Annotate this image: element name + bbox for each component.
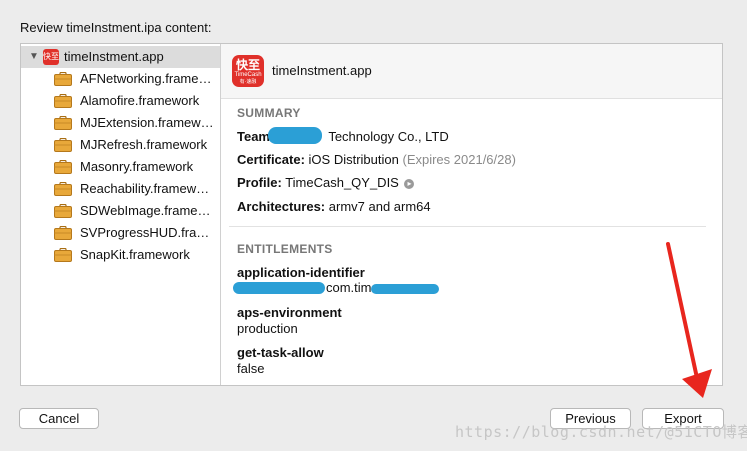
- tree-item-label: Reachability.framew…: [80, 181, 210, 196]
- detail-app-name: timeInstment.app: [272, 63, 372, 78]
- entitlements-heading: ENTITLEMENTS: [237, 242, 333, 256]
- entitlement-key-get-task-allow: get-task-allow: [237, 345, 324, 360]
- certificate-expiry: (Expires 2021/6/28): [402, 152, 516, 167]
- tree-item-framework[interactable]: Reachability.framew…: [21, 178, 220, 200]
- certificate-row: Certificate: iOS Distribution (Expires 2…: [237, 152, 516, 167]
- architectures-value: armv7 and arm64: [328, 199, 431, 214]
- tree-item-framework[interactable]: MJExtension.framew…: [21, 112, 220, 134]
- tree-item-label: Masonry.framework: [80, 159, 194, 174]
- app-icon-cn-text: 快至: [235, 58, 260, 72]
- detail-header: 快至 TimeCash 有·速融 timeInstment.app: [221, 44, 722, 99]
- section-divider: [229, 226, 706, 227]
- tree-item-framework[interactable]: Alamofire.framework: [21, 90, 220, 112]
- entitlement-key-application-identifier: application-identifier: [237, 265, 365, 280]
- bundle-tree[interactable]: ▼ 快至 timeInstment.app AFNetworking.frame…: [21, 44, 221, 385]
- redaction-mark-identifier-left: [233, 282, 325, 294]
- watermark: https://blog.csdn.net/@51CTO博客: [455, 423, 747, 441]
- reveal-arrow-icon[interactable]: ▸: [404, 179, 415, 189]
- briefcase-icon: [54, 72, 72, 86]
- redaction-mark-team: [268, 127, 322, 144]
- content-panel: ▼ 快至 timeInstment.app AFNetworking.frame…: [20, 43, 723, 386]
- briefcase-icon: [54, 138, 72, 152]
- profile-label: Profile:: [237, 175, 282, 190]
- profile-row: Profile: TimeCash_QY_DIS ▸: [237, 175, 415, 190]
- tree-item-label: SnapKit.framework: [80, 247, 190, 262]
- tree-root-app[interactable]: ▼ 快至 timeInstment.app: [21, 46, 220, 68]
- entitlement-key-aps-environment: aps-environment: [237, 305, 342, 320]
- briefcase-icon: [54, 160, 72, 174]
- tree-item-label: AFNetworking.frame…: [80, 71, 212, 86]
- tree-item-label: MJExtension.framew…: [80, 115, 214, 130]
- architectures-label: Architectures:: [237, 199, 326, 214]
- briefcase-icon: [54, 248, 72, 262]
- disclosure-triangle-icon[interactable]: ▼: [29, 46, 39, 68]
- certificate-label: Certificate:: [237, 152, 305, 167]
- tree-item-framework[interactable]: Masonry.framework: [21, 156, 220, 178]
- architectures-row: Architectures: armv7 and arm64: [237, 199, 431, 214]
- certificate-value: iOS Distribution: [308, 152, 399, 167]
- briefcase-icon: [54, 116, 72, 130]
- entitlement-value-get-task-allow: false: [237, 361, 265, 376]
- briefcase-icon: [54, 94, 72, 108]
- tree-item-label: SDWebImage.frame…: [80, 203, 211, 218]
- entitlement-value-aps-environment: production: [237, 321, 298, 336]
- tree-item-framework[interactable]: SDWebImage.frame…: [21, 200, 220, 222]
- tree-item-label: SVProgressHUD.fra…: [80, 225, 210, 240]
- tree-item-framework[interactable]: SnapKit.framework: [21, 244, 220, 266]
- app-icon: 快至: [43, 49, 59, 65]
- tree-item-framework[interactable]: AFNetworking.frame…: [21, 68, 220, 90]
- app-icon-en-text: TimeCash: [234, 72, 262, 78]
- summary-heading: SUMMARY: [237, 106, 301, 120]
- app-icon-large: 快至 TimeCash 有·速融: [232, 55, 264, 87]
- profile-value: TimeCash_QY_DIS: [285, 175, 399, 190]
- tree-item-label: Alamofire.framework: [80, 93, 200, 108]
- briefcase-icon: [54, 204, 72, 218]
- tree-item-label: MJRefresh.framework: [80, 137, 208, 152]
- tree-item-framework[interactable]: MJRefresh.framework: [21, 134, 220, 156]
- briefcase-icon: [54, 182, 72, 196]
- dialog-title: Review timeInstment.ipa content:: [20, 20, 212, 35]
- tree-item-framework[interactable]: SVProgressHUD.fra…: [21, 222, 220, 244]
- briefcase-icon: [54, 226, 72, 240]
- cancel-button[interactable]: Cancel: [19, 408, 99, 429]
- app-icon-sub-text: 有·速融: [239, 79, 257, 85]
- team-value: Technology Co., LTD: [328, 129, 449, 144]
- redaction-mark-identifier-right: [371, 284, 439, 294]
- detail-pane: 快至 TimeCash 有·速融 timeInstment.app SUMMAR…: [221, 44, 722, 385]
- tree-root-label: timeInstment.app: [64, 49, 164, 64]
